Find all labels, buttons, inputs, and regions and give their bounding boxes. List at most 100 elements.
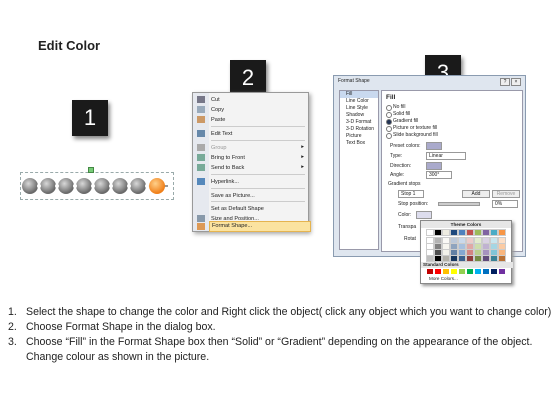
theme-color-swatch[interactable] [426, 243, 434, 250]
standard-color-swatch[interactable] [475, 269, 481, 274]
theme-color-swatch[interactable] [474, 237, 482, 244]
theme-color-swatch[interactable] [450, 249, 458, 256]
chain-node[interactable] [94, 178, 110, 194]
menu-item-format-shape[interactable]: Format Shape... [209, 221, 311, 232]
theme-color-swatch[interactable] [434, 229, 442, 236]
theme-color-swatch[interactable] [474, 255, 482, 262]
radio-picture-fill[interactable] [386, 126, 392, 132]
theme-color-swatch[interactable] [482, 229, 490, 236]
theme-color-swatch[interactable] [442, 255, 450, 262]
close-button[interactable]: × [511, 78, 521, 86]
radio-background-fill[interactable] [386, 133, 392, 139]
theme-color-swatch[interactable] [498, 237, 506, 244]
standard-color-swatch[interactable] [499, 269, 505, 274]
standard-color-swatch[interactable] [467, 269, 473, 274]
category-fill[interactable]: Fill [340, 91, 378, 98]
more-colors-link[interactable]: More Colors... [429, 276, 458, 281]
stop-position-input[interactable]: 0% [492, 200, 518, 208]
theme-color-swatch[interactable] [482, 249, 490, 256]
category-3d-format[interactable]: 3-D Format [340, 119, 378, 126]
remove-button[interactable]: Remove [492, 190, 520, 198]
chain-node[interactable] [40, 178, 56, 194]
help-button[interactable]: ? [500, 78, 510, 86]
theme-color-swatch[interactable] [490, 229, 498, 236]
theme-color-swatch[interactable] [442, 249, 450, 256]
theme-color-swatch[interactable] [490, 255, 498, 262]
stop-dropdown[interactable]: Stop 1 [398, 190, 424, 198]
theme-color-swatch[interactable] [466, 255, 474, 262]
category-text-box[interactable]: Text Box [340, 140, 378, 147]
chain-node[interactable] [112, 178, 128, 194]
radio-solid-fill[interactable] [386, 112, 392, 118]
menu-item-copy[interactable]: Copy [209, 105, 309, 115]
radio-gradient-fill[interactable] [386, 119, 392, 125]
menu-item-set-default-shape[interactable]: Set as Default Shape [209, 204, 309, 214]
theme-color-swatch[interactable] [498, 243, 506, 250]
theme-color-swatch[interactable] [474, 229, 482, 236]
menu-item-group[interactable]: Group [209, 143, 309, 153]
theme-color-swatch[interactable] [450, 229, 458, 236]
theme-color-swatch[interactable] [442, 243, 450, 250]
category-3d-rotation[interactable]: 3-D Rotation [340, 126, 378, 133]
chain-node[interactable] [58, 178, 74, 194]
standard-color-swatch[interactable] [435, 269, 441, 274]
color-dropdown[interactable] [416, 211, 432, 219]
theme-color-swatch[interactable] [482, 255, 490, 262]
theme-color-swatch[interactable] [490, 249, 498, 256]
theme-color-swatch[interactable] [498, 249, 506, 256]
theme-color-swatch[interactable] [426, 229, 434, 236]
theme-color-swatch[interactable] [450, 237, 458, 244]
chain-node[interactable] [76, 178, 92, 194]
category-picture[interactable]: Picture [340, 133, 378, 140]
theme-color-swatch[interactable] [458, 249, 466, 256]
theme-color-swatch[interactable] [442, 229, 450, 236]
stop-position-slider[interactable] [438, 202, 480, 206]
theme-color-swatch[interactable] [466, 237, 474, 244]
theme-color-swatch[interactable] [458, 243, 466, 250]
theme-color-swatch[interactable] [450, 255, 458, 262]
theme-color-swatch[interactable] [482, 237, 490, 244]
theme-color-swatch[interactable] [474, 249, 482, 256]
category-line-color[interactable]: Line Color [340, 98, 378, 105]
standard-color-swatch[interactable] [443, 269, 449, 274]
rotate-handle[interactable] [88, 167, 94, 173]
theme-color-swatch[interactable] [498, 229, 506, 236]
standard-color-swatch[interactable] [427, 269, 433, 274]
menu-item-bring-to-front[interactable]: Bring to Front [209, 153, 309, 163]
radio-no-fill[interactable] [386, 105, 392, 111]
chain-node[interactable] [22, 178, 38, 194]
theme-color-swatch[interactable] [426, 249, 434, 256]
add-button[interactable]: Add [462, 190, 490, 198]
theme-color-swatch[interactable] [434, 255, 442, 262]
direction-dropdown[interactable] [426, 162, 442, 170]
theme-color-swatch[interactable] [482, 243, 490, 250]
category-line-style[interactable]: Line Style [340, 105, 378, 112]
standard-color-swatch[interactable] [491, 269, 497, 274]
theme-color-swatch[interactable] [434, 249, 442, 256]
standard-color-swatch[interactable] [459, 269, 465, 274]
theme-color-swatch[interactable] [426, 237, 434, 244]
theme-color-swatch[interactable] [466, 229, 474, 236]
theme-color-swatch[interactable] [466, 243, 474, 250]
menu-item-send-to-back[interactable]: Send to Back [209, 163, 309, 173]
standard-color-swatch[interactable] [451, 269, 457, 274]
theme-color-swatch[interactable] [490, 237, 498, 244]
theme-color-swatch[interactable] [458, 237, 466, 244]
preset-colors-dropdown[interactable] [426, 142, 442, 150]
chain-node[interactable] [130, 178, 146, 194]
chain-node-selected[interactable] [149, 178, 165, 194]
theme-color-swatch[interactable] [434, 237, 442, 244]
theme-color-swatch[interactable] [442, 237, 450, 244]
theme-color-swatch[interactable] [498, 255, 506, 262]
menu-item-hyperlink[interactable]: Hyperlink... [209, 177, 309, 187]
category-shadow[interactable]: Shadow [340, 112, 378, 119]
theme-color-swatch[interactable] [450, 243, 458, 250]
theme-color-swatch[interactable] [458, 255, 466, 262]
angle-input[interactable]: 300° [426, 171, 452, 179]
type-dropdown[interactable]: Linear [426, 152, 466, 160]
theme-color-swatch[interactable] [466, 249, 474, 256]
menu-item-paste[interactable]: Paste [209, 115, 309, 125]
menu-item-edit-text[interactable]: Edit Text [209, 129, 309, 139]
shape-chain[interactable] [18, 168, 178, 204]
menu-item-save-as-picture[interactable]: Save as Picture... [209, 191, 309, 201]
